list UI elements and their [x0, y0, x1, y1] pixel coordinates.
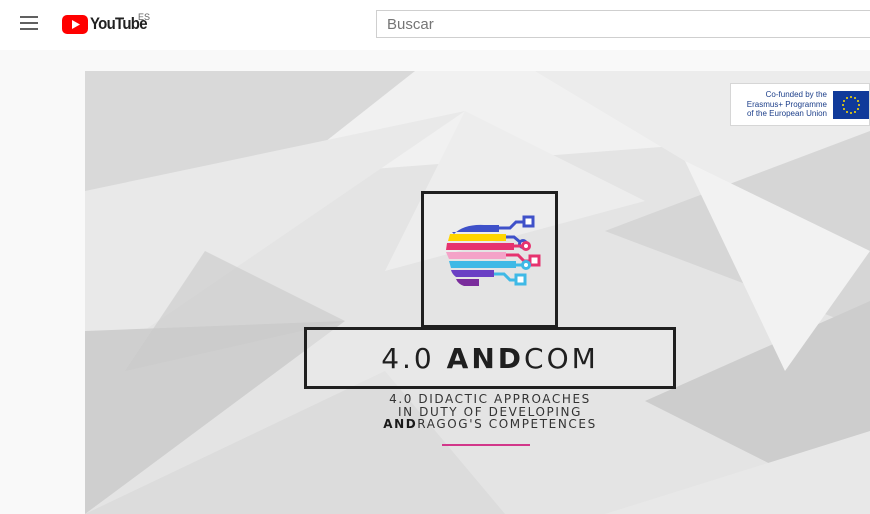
search-input[interactable] — [376, 10, 870, 38]
masthead: YouTube ES — [0, 0, 870, 50]
accent-divider — [442, 444, 530, 446]
project-logo-frame — [421, 191, 558, 328]
project-title: 4.0 ANDCOM — [381, 341, 599, 375]
project-subtitle: 4.0 DIDACTIC APPROACHES IN DUTY OF DEVEL… — [383, 392, 597, 431]
menu-icon[interactable] — [20, 16, 38, 30]
eu-cofunded-badge: Co-funded by the Erasmus+ Programme of t… — [730, 83, 870, 126]
video-player[interactable]: Co-funded by the Erasmus+ Programme of t… — [85, 71, 870, 514]
youtube-logo[interactable]: YouTube ES — [62, 12, 155, 35]
head-circuit-icon — [446, 215, 541, 286]
youtube-play-icon — [62, 14, 88, 34]
eu-badge-text: Co-funded by the Erasmus+ Programme of t… — [746, 90, 827, 118]
title-frame: 4.0 ANDCOM — [304, 327, 676, 389]
region-code: ES — [138, 12, 151, 22]
eu-flag-icon — [833, 91, 869, 119]
